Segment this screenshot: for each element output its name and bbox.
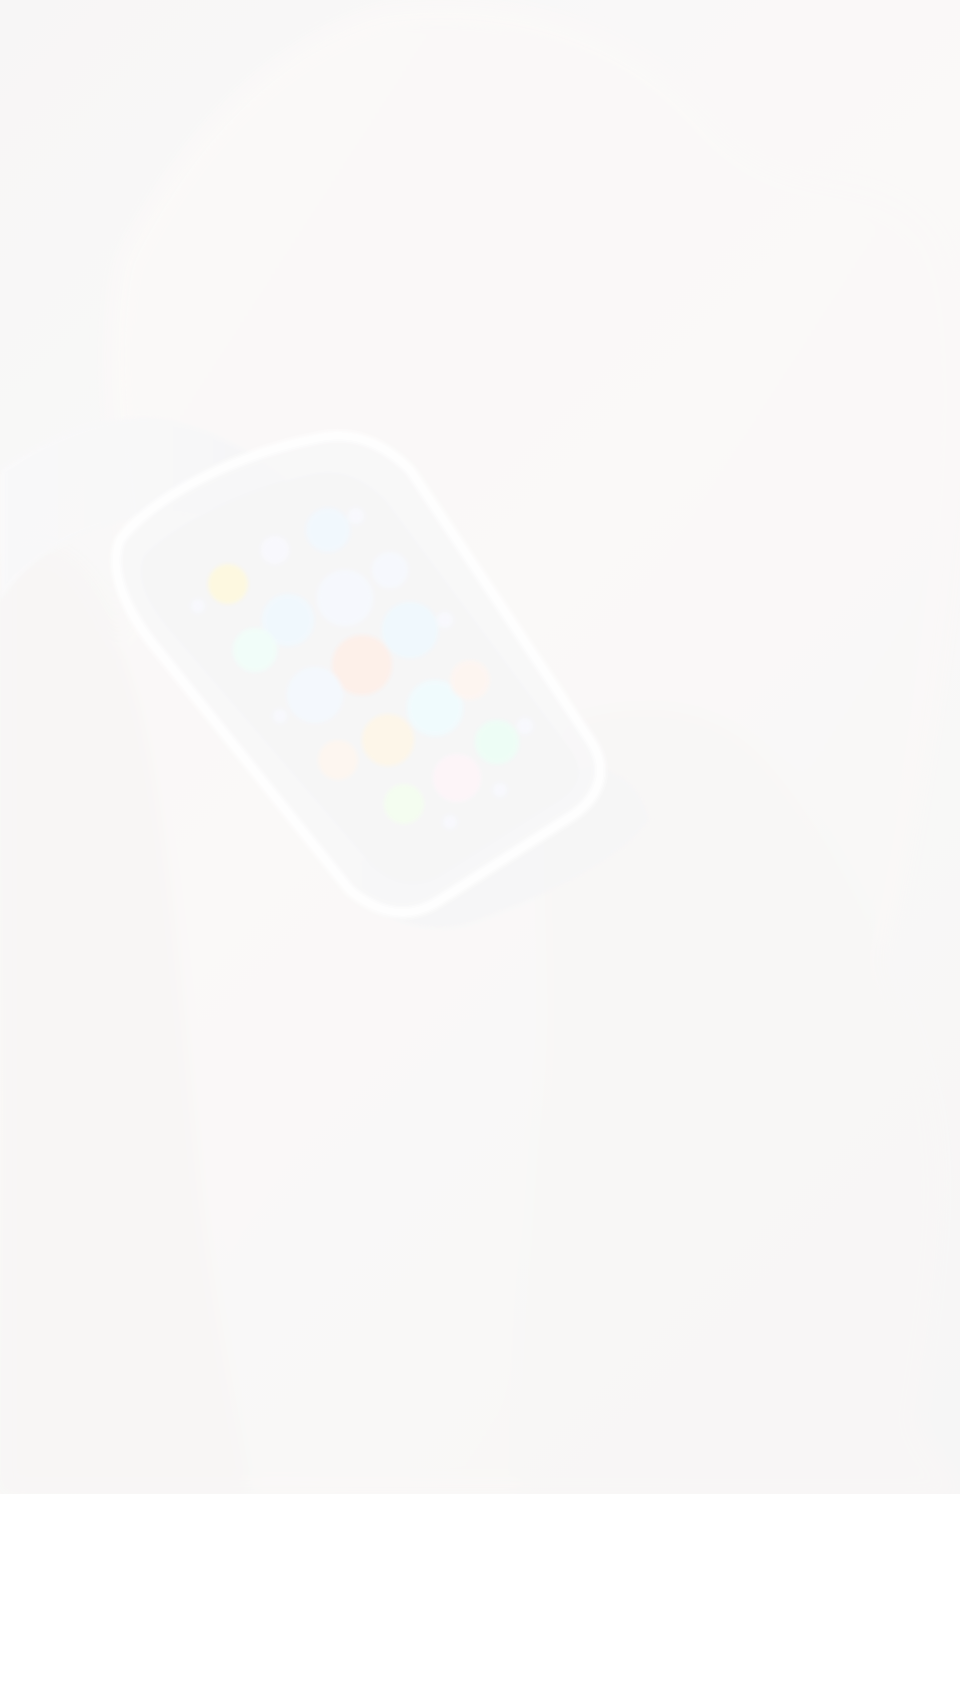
hero-background-image — [0, 0, 960, 1494]
blank-bottom-area — [0, 1494, 960, 1704]
app-screen — [0, 0, 960, 1704]
hero-fade-overlay — [0, 0, 960, 1494]
